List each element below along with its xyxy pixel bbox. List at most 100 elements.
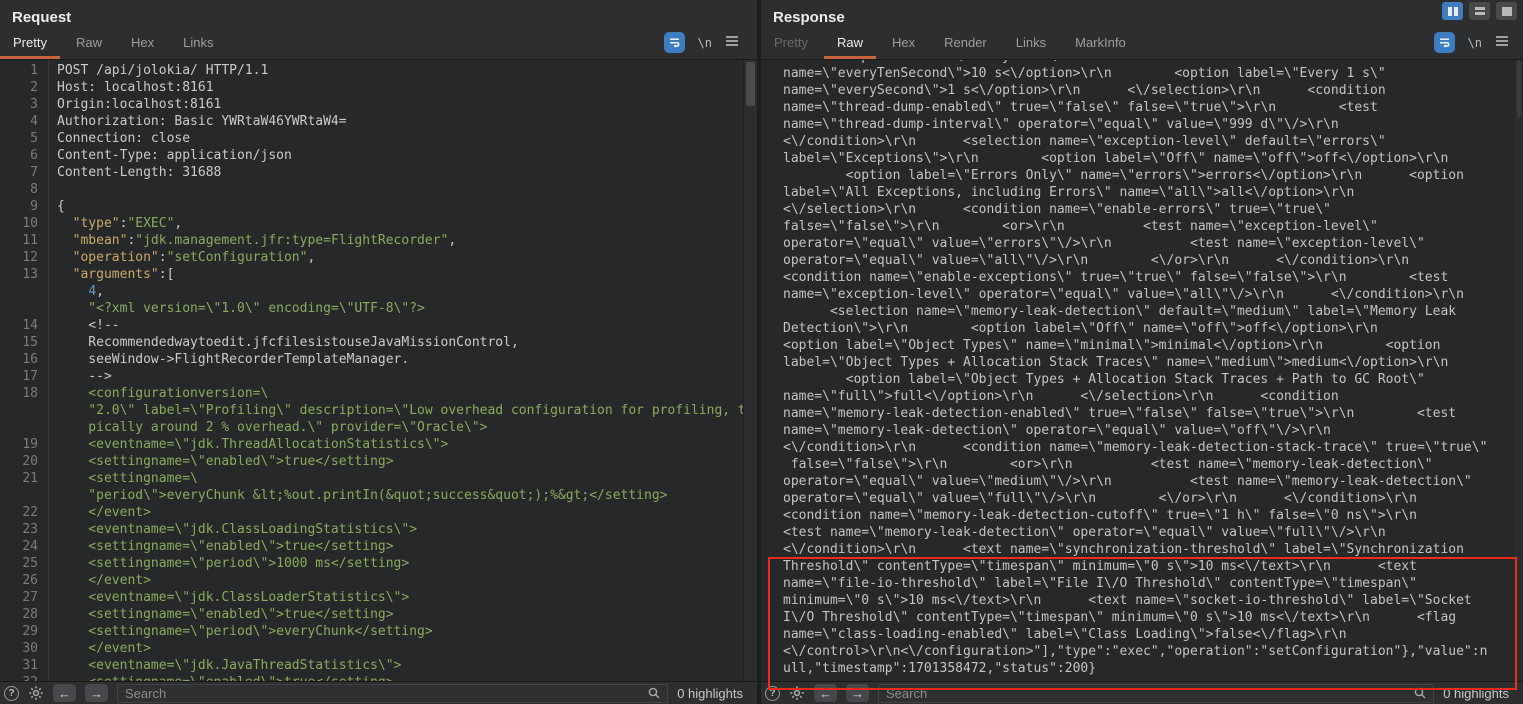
tab-raw[interactable]: Raw <box>76 35 102 59</box>
request-code-line: 19 <eventname=\"jdk.ThreadAllocationStat… <box>0 436 757 453</box>
request-code-line: 15 Recommendedwaytoedit.jfcfilesistouseJ… <box>0 334 757 351</box>
request-code-line: 12 "operation":"setConfiguration", <box>0 249 757 266</box>
request-code-line: 11 "mbean":"jdk.management.jfr:type=Flig… <box>0 232 757 249</box>
request-code-line: 8 <box>0 181 757 198</box>
request-code-line: 20 <settingname=\"enabled\">true</settin… <box>0 453 757 470</box>
response-scrollbar-thumb[interactable] <box>1517 60 1521 118</box>
request-code-line: 2Host: localhost:8161 <box>0 79 757 96</box>
tab-pretty[interactable]: Pretty <box>13 35 47 59</box>
menu-button[interactable] <box>725 34 739 52</box>
request-code-line: 32 <settingname=\"enabled\">true</settin… <box>0 674 757 681</box>
newline-toggle[interactable]: \n <box>1468 36 1482 50</box>
newline-toggle[interactable]: \n <box>698 36 712 50</box>
request-title: Request <box>12 9 71 26</box>
response-code-line: operator=\"equal\" value=\"medium\"\/>\r… <box>783 473 1523 490</box>
request-code-line: 26 </event> <box>0 572 757 589</box>
response-code-line: operator=\"equal\" value=\"errors\"\/>\r… <box>783 235 1523 252</box>
request-code-line: 6Content-Type: application/json <box>0 147 757 164</box>
request-code-line: "period\">everyChunk &lt;%out.printIn(&q… <box>0 487 757 504</box>
response-code-line: ull,"timestamp":1701358472,"status":200} <box>783 660 1523 677</box>
response-scrollbar[interactable] <box>1515 60 1523 681</box>
tab-links[interactable]: Links <box>1016 35 1046 59</box>
split-columns-button[interactable] <box>1442 2 1463 20</box>
response-search-input[interactable] <box>879 686 1433 701</box>
response-code-line: name=\"everyTenSecond\">10 s<\/option>\r… <box>783 65 1523 82</box>
request-code-line: 21 <settingname=\ <box>0 470 757 487</box>
request-scrollbar[interactable] <box>743 60 757 681</box>
response-panel: Response PrettyRawHexRenderLinksMarkInfo <box>761 0 1523 704</box>
response-code-line: <\/selection>\r\n <condition name=\"enab… <box>783 201 1523 218</box>
split-rows-button[interactable] <box>1469 2 1490 20</box>
request-code-line: 17 --> <box>0 368 757 385</box>
response-code-line: name=\"everySecond\">1 s<\/option>\r\n <… <box>783 82 1523 99</box>
soft-wrap-toggle[interactable] <box>664 32 685 53</box>
tab-raw[interactable]: Raw <box>837 35 863 59</box>
request-code-line: 30 </event> <box>0 640 757 657</box>
response-code-line: name=\"thread-dump-interval\" operator=\… <box>783 116 1523 133</box>
search-settings-button[interactable] <box>28 685 44 701</box>
response-code-line: name=\"thread-dump-enabled\" true=\"fals… <box>783 99 1523 116</box>
request-code-line: 24 <settingname=\"enabled\">true</settin… <box>0 538 757 555</box>
tab-pretty[interactable]: Pretty <box>774 35 808 59</box>
request-code-line: 25 <settingname=\"period\">1000 ms</sett… <box>0 555 757 572</box>
response-code-line: name=\"full\">full<\/option>\r\n <\/sele… <box>783 388 1523 405</box>
request-editor[interactable]: 1POST /api/jolokia/ HTTP/1.12Host: local… <box>0 60 757 681</box>
request-code-line: 31 <eventname=\"jdk.JavaThreadStatistics… <box>0 657 757 674</box>
response-code-line: name=\"class-loading-enabled\" label=\"C… <box>783 626 1523 643</box>
columns-icon <box>1448 7 1452 16</box>
response-code-line: <\/condition>\r\n <condition name=\"memo… <box>783 439 1523 456</box>
request-code-line: 1POST /api/jolokia/ HTTP/1.1 <box>0 62 757 79</box>
response-code-line: name=\"memory-leak-detection-enabled\" t… <box>783 405 1523 422</box>
tab-markinfo[interactable]: MarkInfo <box>1075 35 1126 59</box>
response-code-line: Threshold\" contentType=\"timespan\" min… <box>783 558 1523 575</box>
rows-icon <box>1475 7 1485 15</box>
tab-hex[interactable]: Hex <box>131 35 154 59</box>
tab-links[interactable]: Links <box>183 35 213 59</box>
search-next-button[interactable]: → <box>85 684 108 702</box>
response-code-line: name=\"exception-level\" operator=\"equa… <box>783 286 1523 303</box>
request-code-line: 18 <configurationversion=\ <box>0 385 757 402</box>
request-code-line: "<?xml version=\"1.0\" encoding=\"UTF-8\… <box>0 300 757 317</box>
request-search-input[interactable] <box>118 686 667 701</box>
response-code-line: label=\"All Exceptions, including Errors… <box>783 184 1523 201</box>
response-code-line: <test name=\"memory-leak-detection\" ope… <box>783 524 1523 541</box>
request-code-line: 22 </event> <box>0 504 757 521</box>
request-highlights-count: 0 highlights <box>677 686 743 701</box>
response-code-line: <condition name=\"memory-leak-detection-… <box>783 507 1523 524</box>
help-button[interactable]: ? <box>765 686 780 701</box>
response-code-line: <selection name=\"memory-leak-detection\… <box>783 303 1523 320</box>
request-code-line: 23 <eventname=\"jdk.ClassLoadingStatisti… <box>0 521 757 538</box>
request-code-line: 7Content-Length: 31688 <box>0 164 757 181</box>
tab-render[interactable]: Render <box>944 35 987 59</box>
soft-wrap-toggle[interactable] <box>1434 32 1455 53</box>
response-code-line: Detection\">\r\n <option label=\"Off\" n… <box>783 320 1523 337</box>
help-button[interactable]: ? <box>4 686 19 701</box>
response-code-line: name=\"file-io-threshold\" label=\"File … <box>783 575 1523 592</box>
response-code-line: false=\"false\">\r\n <or>\r\n <test name… <box>783 218 1523 235</box>
response-code-line: <option label=\"Object Types + Allocatio… <box>783 371 1523 388</box>
response-editor[interactable]: <option label=\"Every 10 s\"name=\"every… <box>761 60 1523 681</box>
request-code-line: 10 "type":"EXEC", <box>0 215 757 232</box>
response-code-line: <condition name=\"enable-exceptions\" tr… <box>783 269 1523 286</box>
tab-hex[interactable]: Hex <box>892 35 915 59</box>
request-search-bar: ? ← → 0 highl <box>0 681 757 704</box>
response-toolbar: \n <box>1434 32 1509 53</box>
search-settings-button[interactable] <box>789 685 805 701</box>
response-search-field <box>878 684 1434 703</box>
menu-icon <box>725 35 739 47</box>
soft-wrap-icon <box>1438 36 1451 49</box>
search-prev-button[interactable]: ← <box>814 684 837 702</box>
request-scrollbar-thumb[interactable] <box>746 62 755 106</box>
menu-button[interactable] <box>1495 34 1509 52</box>
request-code-line: 4, <box>0 283 757 300</box>
response-code-line: false=\"false\">\r\n <or>\r\n <test name… <box>783 456 1523 473</box>
request-toolbar: \n <box>664 32 739 53</box>
search-next-button[interactable]: → <box>846 684 869 702</box>
menu-icon <box>1495 35 1509 47</box>
request-tabs: Pretty Raw Hex Links <box>13 35 213 59</box>
request-code-line: 13 "arguments":[ <box>0 266 757 283</box>
request-code-line: 4Authorization: Basic YWRtaW46YWRtaW4= <box>0 113 757 130</box>
search-prev-button[interactable]: ← <box>53 684 76 702</box>
request-code-line: 5Connection: close <box>0 130 757 147</box>
single-pane-button[interactable] <box>1496 2 1517 20</box>
